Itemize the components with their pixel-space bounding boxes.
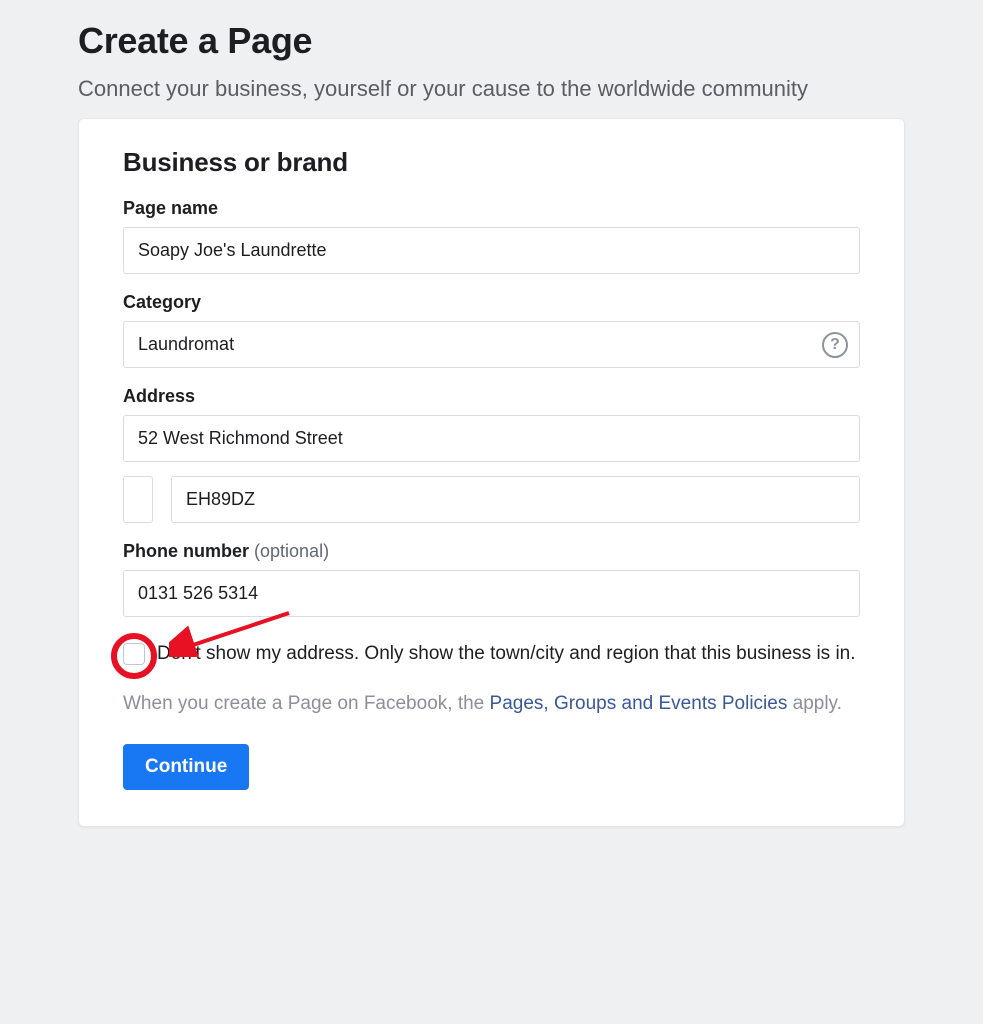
policy-suffix: apply. [787,693,842,714]
street-input[interactable] [123,415,860,462]
policy-text: When you create a Page on Facebook, the … [123,690,860,719]
continue-button[interactable]: Continue [123,744,249,790]
form-card: Business or brand Page name Category ? A… [78,118,905,827]
phone-label-text: Phone number [123,541,249,561]
page-name-input[interactable] [123,227,860,274]
category-input[interactable] [123,321,860,368]
phone-label: Phone number (optional) [123,541,860,562]
hide-address-checkbox[interactable] [123,643,145,665]
section-title: Business or brand [123,147,860,178]
hide-address-row: Don't show my address. Only show the tow… [123,641,860,668]
page-name-label: Page name [123,198,860,219]
page-title: Create a Page [78,20,905,62]
category-field: Category ? [123,292,860,368]
page-subtitle: Connect your business, yourself or your … [78,76,905,102]
address-label: Address [123,386,860,407]
city-input[interactable] [123,476,153,523]
policy-link[interactable]: Pages, Groups and Events Policies [490,693,788,714]
phone-optional-text: (optional) [249,541,329,561]
help-icon[interactable]: ? [822,332,848,358]
page-name-field: Page name [123,198,860,274]
category-label: Category [123,292,860,313]
phone-field: Phone number (optional) [123,541,860,617]
address-field: Address [123,386,860,523]
postal-input[interactable] [171,476,860,523]
phone-input[interactable] [123,570,860,617]
hide-address-label: Don't show my address. Only show the tow… [157,641,856,668]
policy-prefix: When you create a Page on Facebook, the [123,693,490,714]
